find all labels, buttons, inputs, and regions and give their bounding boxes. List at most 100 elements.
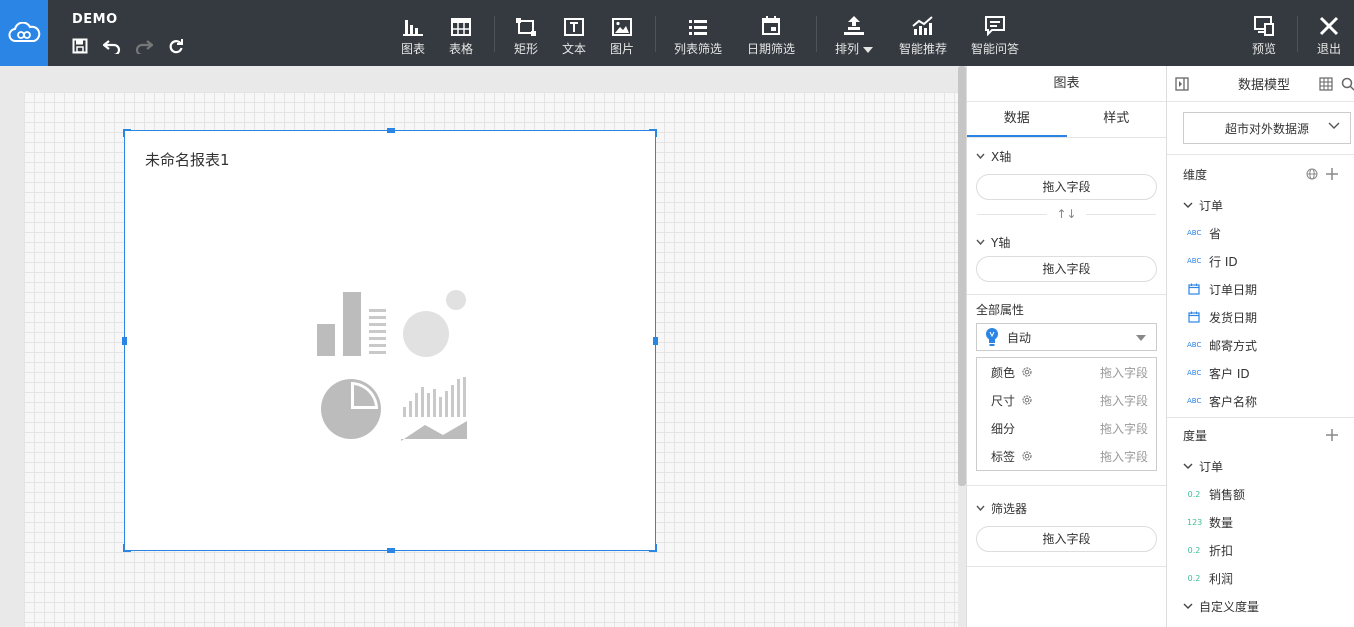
measure-group-orders[interactable]: 订单 (1167, 452, 1354, 480)
measure-field[interactable]: 0.2 销售额 (1167, 480, 1354, 508)
dimension-field[interactable]: ABC 客户 ID (1167, 359, 1354, 387)
datasource-select[interactable]: 超市对外数据源 (1183, 112, 1351, 144)
save-icon[interactable] (70, 36, 90, 56)
x-axis-drop-zone[interactable]: 拖入字段 (976, 174, 1157, 200)
y-axis-header[interactable]: Y轴 (976, 228, 1157, 256)
attr-detail-drop[interactable]: 拖入字段 (1100, 420, 1148, 437)
tool-rect[interactable]: 矩形 (514, 14, 538, 57)
custom-measure-group[interactable]: 自定义度量 (1167, 592, 1354, 620)
number-type-icon: 0.2 (1187, 489, 1201, 499)
dimension-field[interactable]: ABC 行 ID (1167, 247, 1354, 275)
tab-style[interactable]: 样式 (1067, 102, 1167, 137)
gear-icon[interactable] (1021, 394, 1033, 406)
string-type-icon: ABC (1187, 341, 1202, 349)
field-name: 发货日期 (1209, 310, 1258, 325)
attr-size-drop[interactable]: 拖入字段 (1100, 392, 1148, 409)
tool-arrange[interactable]: 排列 (835, 14, 873, 57)
tool-chart[interactable]: 图表 (401, 14, 425, 57)
dimension-group-orders[interactable]: 订单 (1167, 191, 1354, 219)
field-name: 省 (1209, 226, 1222, 241)
resize-handle-left[interactable] (122, 337, 127, 345)
redo-icon[interactable] (134, 36, 154, 56)
add-icon[interactable] (1326, 168, 1338, 180)
text-icon (564, 18, 584, 36)
chart-type-select[interactable]: 自动 (976, 323, 1157, 351)
tool-table[interactable]: 表格 (449, 14, 473, 57)
string-type-icon: ABC (1187, 257, 1202, 265)
dimension-list: ABC 省 ABC 行 ID 订单日期发货日期 ABC 邮寄方式 ABC 客户 ID ABC 客户名… (1167, 219, 1354, 415)
chevron-down-icon (1328, 122, 1340, 129)
field-name: 折扣 (1209, 543, 1234, 558)
dimension-field[interactable]: ABC 省 (1167, 219, 1354, 247)
resize-handle-bottom-left[interactable] (123, 544, 131, 552)
data-model-header: 数据模型 (1167, 66, 1354, 102)
resize-handle-top[interactable] (387, 128, 395, 133)
chevron-down-icon (976, 153, 985, 159)
tool-preview[interactable]: 预览 (1252, 14, 1276, 57)
canvas-scrollbar[interactable] (958, 66, 966, 486)
resize-handle-top-left[interactable] (123, 129, 131, 137)
chart-widget[interactable]: 未命名报表1 (122, 128, 658, 553)
table-view-icon[interactable] (1319, 76, 1333, 91)
table-icon (451, 18, 471, 36)
tool-date-filter[interactable]: 日期筛选 (747, 14, 795, 57)
y-axis-section: Y轴 拖入字段 (967, 228, 1166, 295)
dimension-field[interactable]: ABC 客户名称 (1167, 387, 1354, 415)
dimension-field[interactable]: 订单日期 (1167, 275, 1354, 303)
filter-header[interactable]: 筛选器 (976, 490, 1157, 526)
tool-image[interactable]: 图片 (610, 14, 634, 57)
widget-title[interactable]: 未命名报表1 (145, 149, 230, 170)
attr-color-drop[interactable]: 拖入字段 (1100, 364, 1148, 381)
toolbar-separator (494, 16, 495, 52)
measure-field[interactable]: 0.2 折扣 (1167, 536, 1354, 564)
globe-icon[interactable] (1306, 168, 1318, 180)
attr-detail: 细分 拖入字段 (991, 420, 1148, 437)
chat-bubble-icon (985, 16, 1005, 36)
chart-placeholder (315, 289, 475, 452)
filter-drop-zone[interactable]: 拖入字段 (976, 526, 1157, 552)
dropdown-caret-icon (1136, 335, 1146, 341)
y-axis-drop-zone[interactable]: 拖入字段 (976, 256, 1157, 282)
chart-config-panel: 图表 数据 样式 X轴 拖入字段 ↑↓ Y轴 拖入字段 全部属性 自动 颜色 拖… (966, 66, 1167, 627)
gear-icon[interactable] (1021, 450, 1033, 462)
app-logo[interactable] (0, 0, 48, 66)
dimension-field[interactable]: 发货日期 (1167, 303, 1354, 331)
resize-handle-bottom-right[interactable] (649, 544, 657, 552)
string-type-icon: ABC (1187, 229, 1202, 237)
gear-icon[interactable] (1021, 366, 1033, 378)
top-toolbar: DEMO 图表 表格 矩形 文本 图片 列表筛选 日期筛选 排列 智能推荐 智能… (0, 0, 1354, 66)
measure-field[interactable]: 0.2 利润 (1167, 564, 1354, 592)
attr-color: 颜色 拖入字段 (991, 364, 1148, 381)
attr-label-drop[interactable]: 拖入字段 (1100, 448, 1148, 465)
image-icon (612, 18, 632, 36)
trend-chart-icon (912, 16, 933, 35)
tool-text[interactable]: 文本 (562, 14, 586, 57)
search-icon[interactable] (1341, 77, 1354, 91)
lightbulb-icon (986, 328, 998, 346)
tool-list-filter[interactable]: 列表筛选 (674, 14, 722, 57)
swap-axes-button[interactable]: ↑↓ (967, 200, 1166, 228)
chevron-down-icon (1183, 202, 1193, 208)
tab-data[interactable]: 数据 (967, 102, 1067, 137)
x-axis-header[interactable]: X轴 (976, 138, 1157, 174)
dimensions-header: 维度 (1167, 157, 1354, 191)
dimension-field[interactable]: ABC 邮寄方式 (1167, 331, 1354, 359)
tool-exit[interactable]: 退出 (1317, 14, 1341, 57)
resize-handle-top-right[interactable] (649, 129, 657, 137)
quick-actions (70, 36, 186, 56)
all-properties-label: 全部属性 (976, 302, 1025, 317)
resize-handle-bottom[interactable] (387, 548, 395, 553)
tool-smart-recommend[interactable]: 智能推荐 (899, 14, 947, 57)
measure-field[interactable]: 123 数量 (1167, 508, 1354, 536)
refresh-icon[interactable] (166, 36, 186, 56)
attribute-list: 颜色 拖入字段 尺寸 拖入字段 细分 拖入字段 标签 拖入字段 (976, 357, 1157, 471)
resize-handle-right[interactable] (653, 337, 658, 345)
undo-icon[interactable] (102, 36, 122, 56)
cloud-logo-icon (8, 22, 41, 42)
collapse-panel-icon[interactable] (1175, 76, 1189, 91)
add-icon[interactable] (1326, 429, 1338, 441)
attr-label: 标签 拖入字段 (991, 448, 1148, 465)
tool-smart-qa[interactable]: 智能问答 (971, 14, 1019, 57)
calendar-icon (1187, 283, 1201, 295)
measure-list: 0.2 销售额 123 数量 0.2 折扣 0.2 利润 (1167, 480, 1354, 592)
